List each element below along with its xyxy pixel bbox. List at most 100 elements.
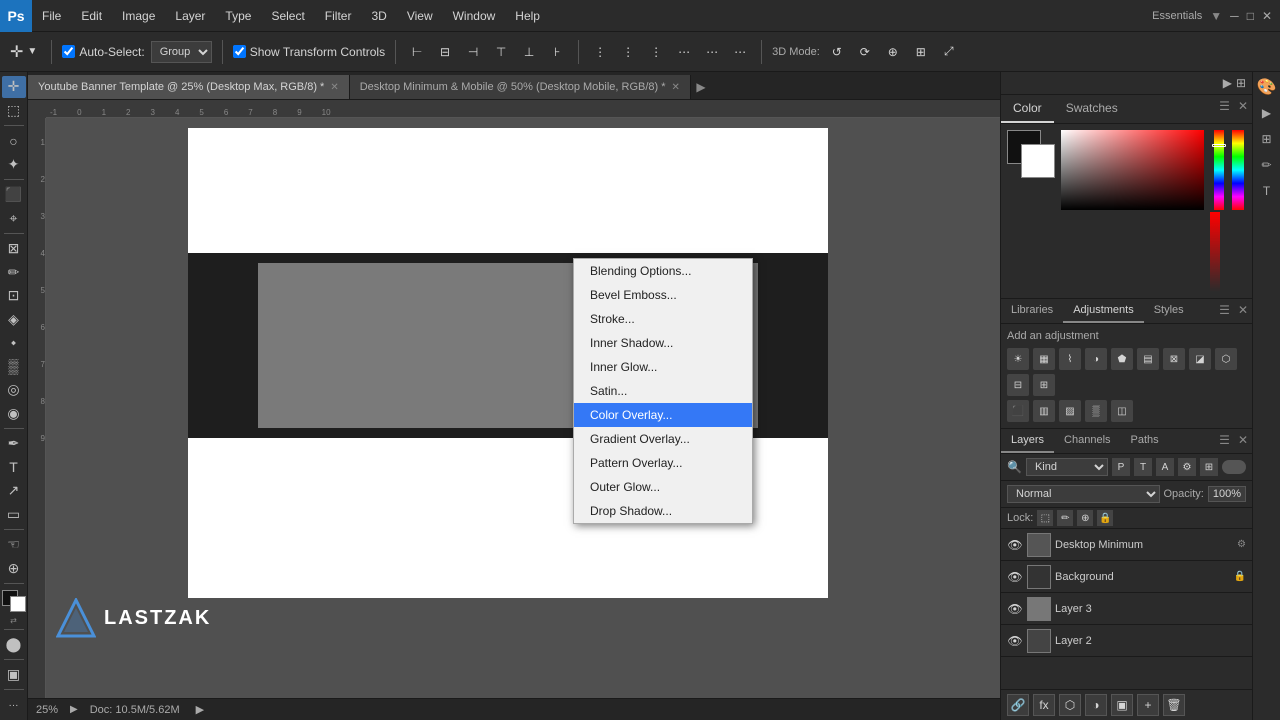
adj-panel-menu-icon[interactable]: ☰ bbox=[1215, 299, 1234, 323]
photofilter-adj-icon[interactable]: ⬡ bbox=[1215, 348, 1237, 370]
gradientmap-adj-icon[interactable]: ▒ bbox=[1085, 400, 1107, 422]
zoom-tool[interactable]: ⊕ bbox=[2, 558, 26, 580]
filter-icon-5[interactable]: ⊞ bbox=[1200, 458, 1218, 476]
menu-select[interactable]: Select bbox=[261, 0, 314, 31]
eyedropper-tool[interactable]: ⌖ bbox=[2, 207, 26, 229]
align-left-btn[interactable]: ⊢ bbox=[406, 41, 428, 63]
paths-tab[interactable]: Paths bbox=[1121, 429, 1169, 453]
hue-sat-adj-icon[interactable]: ▤ bbox=[1137, 348, 1159, 370]
close-icon[interactable]: ✕ bbox=[1262, 9, 1272, 23]
transform-controls-input[interactable] bbox=[233, 45, 246, 58]
bw-adj-icon[interactable]: ◪ bbox=[1189, 348, 1211, 370]
3d-roll-btn[interactable]: ⟳ bbox=[854, 41, 876, 63]
color-panel-close-icon[interactable]: ✕ bbox=[1234, 95, 1252, 123]
auto-select-dropdown[interactable]: Group Layer bbox=[151, 41, 212, 63]
menu-window[interactable]: Window bbox=[443, 0, 506, 31]
filter-toggle[interactable] bbox=[1222, 460, 1246, 474]
path-select-tool[interactable]: ↗ bbox=[2, 480, 26, 502]
brush-tool[interactable]: ✏ bbox=[2, 261, 26, 283]
panel-grid-icon[interactable]: ⊞ bbox=[1234, 74, 1248, 92]
adj-panel-close-icon[interactable]: ✕ bbox=[1234, 299, 1252, 323]
dodge-tool[interactable]: ◉ bbox=[2, 403, 26, 425]
filter-icon-1[interactable]: P bbox=[1112, 458, 1130, 476]
posterize-adj-icon[interactable]: ▥ bbox=[1033, 400, 1055, 422]
shape-tool[interactable]: ▭ bbox=[2, 504, 26, 526]
marquee-tool[interactable]: ⬚ bbox=[2, 100, 26, 122]
tab-youtube-banner[interactable]: Youtube Banner Template @ 25% (Desktop M… bbox=[28, 75, 350, 99]
right-grid-icon[interactable]: ⊞ bbox=[1256, 128, 1278, 150]
swatches-tab[interactable]: Swatches bbox=[1054, 95, 1130, 123]
color-tab[interactable]: Color bbox=[1001, 95, 1054, 123]
menu-type[interactable]: Type bbox=[215, 0, 261, 31]
background-color[interactable] bbox=[1021, 144, 1055, 178]
styles-tab[interactable]: Styles bbox=[1144, 299, 1194, 323]
satin-item[interactable]: Satin... bbox=[574, 379, 752, 403]
transform-controls-checkbox[interactable]: Show Transform Controls bbox=[233, 45, 385, 59]
distribute-center-btn[interactable]: ⋮ bbox=[617, 41, 639, 63]
invert-adj-icon[interactable]: ⬛ bbox=[1007, 400, 1029, 422]
inner-glow-item[interactable]: Inner Glow... bbox=[574, 355, 752, 379]
outer-glow-item[interactable]: Outer Glow... bbox=[574, 475, 752, 499]
lasso-tool[interactable]: ○ bbox=[2, 130, 26, 152]
lock-image-icon[interactable]: ✏ bbox=[1057, 510, 1073, 526]
screen-mode-tool[interactable]: ▣ bbox=[2, 664, 26, 686]
tab-desktop-mobile[interactable]: Desktop Minimum & Mobile @ 50% (Desktop … bbox=[350, 75, 691, 99]
menu-help[interactable]: Help bbox=[505, 0, 550, 31]
pen-tool[interactable]: ✒ bbox=[2, 433, 26, 455]
menu-edit[interactable]: Edit bbox=[71, 0, 112, 31]
3d-pan-btn[interactable]: ⊕ bbox=[882, 41, 904, 63]
eraser-tool[interactable]: ⬩ bbox=[2, 332, 26, 354]
stroke-item[interactable]: Stroke... bbox=[574, 307, 752, 331]
layer-options-icon[interactable]: ⚙ bbox=[1237, 539, 1246, 550]
vibrance-adj-icon[interactable]: ⬟ bbox=[1111, 348, 1133, 370]
3d-rotate-btn[interactable]: ↺ bbox=[826, 41, 848, 63]
layer-visibility-icon[interactable]: 👁 bbox=[1007, 634, 1023, 648]
colorbalance-adj-icon[interactable]: ⊠ bbox=[1163, 348, 1185, 370]
magic-wand-tool[interactable]: ✦ bbox=[2, 153, 26, 175]
levels-adj-icon[interactable]: ▦ bbox=[1033, 348, 1055, 370]
libraries-tab[interactable]: Libraries bbox=[1001, 299, 1063, 323]
layer-adjustment-btn[interactable]: ◑ bbox=[1085, 694, 1107, 716]
distribute-left-btn[interactable]: ⋮ bbox=[589, 41, 611, 63]
clone-tool[interactable]: ⊡ bbox=[2, 285, 26, 307]
history-brush-tool[interactable]: ◈ bbox=[2, 308, 26, 330]
drop-shadow-item[interactable]: Drop Shadow... bbox=[574, 499, 752, 523]
move-tool-btn[interactable]: ✛ ▼ bbox=[6, 40, 41, 64]
layers-panel-menu-icon[interactable]: ☰ bbox=[1215, 429, 1234, 453]
right-type-icon[interactable]: T bbox=[1256, 180, 1278, 202]
switch-colors-icon[interactable]: ⇄ bbox=[10, 616, 17, 625]
align-middle-btn[interactable]: ⊥ bbox=[518, 41, 540, 63]
menu-view[interactable]: View bbox=[397, 0, 443, 31]
lock-transparency-icon[interactable]: ⬚ bbox=[1037, 510, 1053, 526]
menu-image[interactable]: Image bbox=[112, 0, 165, 31]
crop-tool[interactable]: ⬛ bbox=[2, 184, 26, 206]
layer-delete-btn[interactable]: 🗑 bbox=[1163, 694, 1185, 716]
gradient-tool[interactable]: ▒ bbox=[2, 356, 26, 378]
align-right-btn[interactable]: ⊣ bbox=[462, 41, 484, 63]
layer-group-btn[interactable]: ▣ bbox=[1111, 694, 1133, 716]
color-swatches[interactable] bbox=[2, 590, 26, 612]
colorlookup-adj-icon[interactable]: ⊞ bbox=[1033, 374, 1055, 396]
layer-effect-btn[interactable]: fx bbox=[1033, 694, 1055, 716]
layer-visibility-icon[interactable]: 👁 bbox=[1007, 538, 1023, 552]
layer-visibility-icon[interactable]: 👁 bbox=[1007, 570, 1023, 584]
quick-mask-tool[interactable]: ⬤ bbox=[2, 633, 26, 655]
lock-all-icon[interactable]: 🔒 bbox=[1097, 510, 1113, 526]
color-overlay-item[interactable]: Color Overlay... bbox=[574, 403, 752, 427]
expand-arrow[interactable]: ▶ bbox=[196, 703, 204, 716]
channels-tab[interactable]: Channels bbox=[1054, 429, 1120, 453]
auto-select-input[interactable] bbox=[62, 45, 75, 58]
color-gradient-picker[interactable] bbox=[1061, 130, 1204, 210]
alpha-strip[interactable] bbox=[1210, 212, 1220, 292]
blend-mode-dropdown[interactable]: Normal Multiply Screen Overlay bbox=[1007, 485, 1160, 503]
threshold-adj-icon[interactable]: ▨ bbox=[1059, 400, 1081, 422]
right-play-icon[interactable]: ▶ bbox=[1256, 102, 1278, 124]
move-tool[interactable]: ✛ bbox=[2, 76, 26, 98]
curves-adj-icon[interactable]: ⌇ bbox=[1059, 348, 1081, 370]
distribute-right-btn[interactable]: ⋮ bbox=[645, 41, 667, 63]
brightness-adj-icon[interactable]: ☀ bbox=[1007, 348, 1029, 370]
3d-slide-btn[interactable]: ⊞ bbox=[910, 41, 932, 63]
adjustments-tab[interactable]: Adjustments bbox=[1063, 299, 1144, 323]
3d-scale-btn[interactable]: ⤢ bbox=[938, 41, 960, 63]
table-row[interactable]: 👁 Desktop Minimum ⚙ bbox=[1001, 529, 1252, 561]
